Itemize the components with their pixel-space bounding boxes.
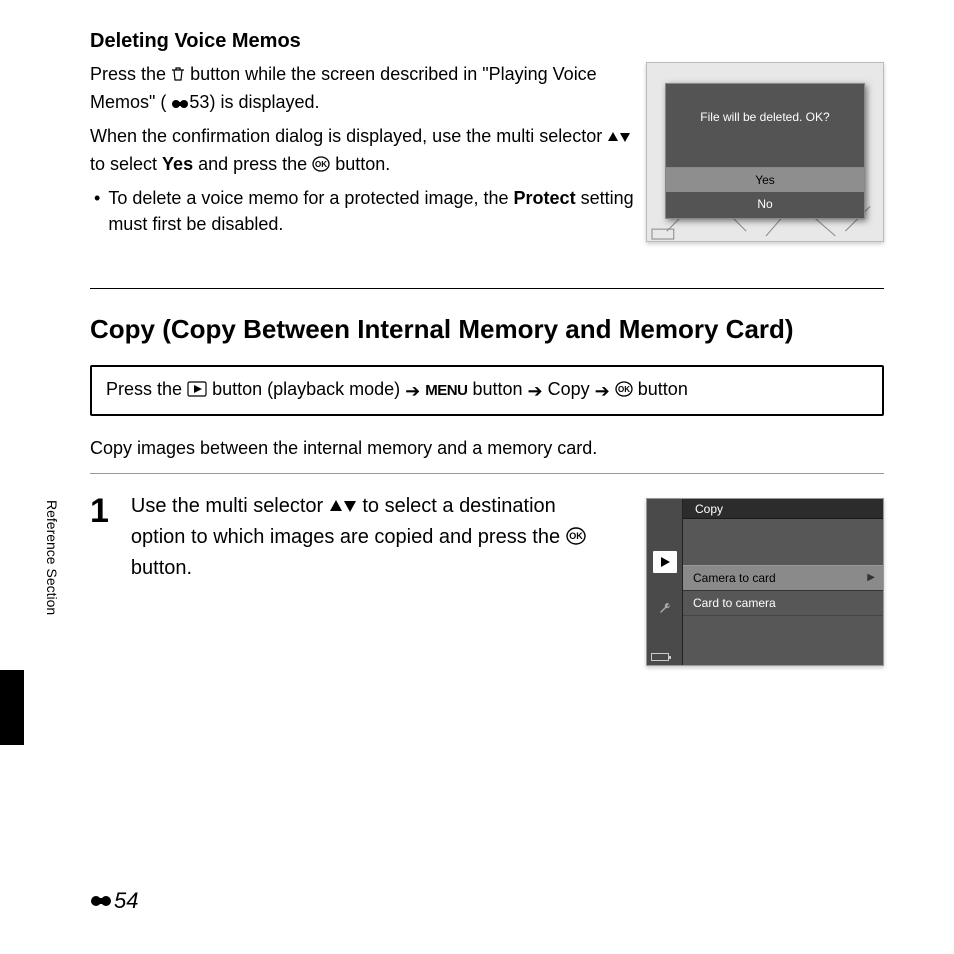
setup-tab-icon xyxy=(658,601,672,619)
arrow-right-icon: ➔ xyxy=(405,381,420,402)
text: to select xyxy=(90,154,162,174)
dialog-box: File will be deleted. OK? Yes No xyxy=(665,83,865,219)
playback-button-icon xyxy=(187,381,207,402)
text: and press the xyxy=(198,154,312,174)
delete-confirmation-screenshot: File will be deleted. OK? Yes No xyxy=(646,62,884,242)
menu-button-text: MENU xyxy=(425,382,467,399)
chevron-right-icon: ▶ xyxy=(867,572,875,583)
menu-body: Camera to card ▶ Card to camera xyxy=(683,519,883,665)
protect-text: Protect xyxy=(514,188,576,208)
reference-icon xyxy=(171,91,189,117)
step-number: 1 xyxy=(90,492,109,528)
text: button. xyxy=(131,557,192,579)
dialog-no-option: No xyxy=(666,192,864,218)
page-number-value: 54 xyxy=(114,888,138,914)
trash-icon xyxy=(171,63,185,89)
text: Use the multi selector xyxy=(131,495,329,517)
copy-section-heading: Copy (Copy Between Internal Memory and M… xyxy=(90,314,884,345)
bullet-item: • To delete a voice memo for a protected… xyxy=(90,185,635,237)
ok-button-icon: OK xyxy=(566,525,586,554)
menu-item-label: Camera to card xyxy=(693,571,776,585)
text: button. xyxy=(335,154,390,174)
text: Press the xyxy=(106,379,187,399)
ok-button-icon: OK xyxy=(615,381,633,402)
intro-paragraph: Copy images between the internal memory … xyxy=(90,438,884,459)
paragraph: When the confirmation dialog is displaye… xyxy=(90,123,640,179)
up-down-arrows-icon xyxy=(329,494,357,523)
bullet-dot: • xyxy=(90,185,108,237)
ok-button-icon: OK xyxy=(312,153,330,179)
step-divider xyxy=(90,473,884,474)
navigation-path-box: Press the button (playback mode) ➔ MENU … xyxy=(90,365,884,416)
menu-item: Card to camera xyxy=(683,591,883,616)
svg-text:OK: OK xyxy=(618,385,630,394)
arrow-right-icon: ➔ xyxy=(595,381,610,402)
step-instruction: Use the multi selector to select a desti… xyxy=(131,492,591,583)
yes-text: Yes xyxy=(162,154,193,174)
reference-icon xyxy=(90,888,112,914)
text: button (playback mode) xyxy=(212,379,405,399)
text: 53) is displayed. xyxy=(189,92,319,112)
copy-menu-screenshot: Copy Camera to card ▶ Card to camera xyxy=(646,498,884,666)
text: button xyxy=(638,379,688,399)
paragraph: Press the button while the screen descri… xyxy=(90,61,640,117)
menu-title: Copy xyxy=(695,502,723,516)
page-tab-marker xyxy=(0,670,24,745)
deleting-voice-memos-heading: Deleting Voice Memos xyxy=(90,30,884,53)
svg-text:OK: OK xyxy=(315,160,327,169)
text: To delete a voice memo for a protected i… xyxy=(108,188,513,208)
menu-item-selected: Camera to card ▶ xyxy=(683,565,883,591)
page-number: 54 xyxy=(90,888,138,914)
dialog-yes-option: Yes xyxy=(666,168,864,192)
dialog-message: File will be deleted. OK? xyxy=(666,84,864,146)
text: button xyxy=(472,379,527,399)
text: Copy xyxy=(548,379,595,399)
arrow-right-icon: ➔ xyxy=(528,381,543,402)
battery-icon xyxy=(651,653,669,661)
playback-tab-icon xyxy=(653,551,677,573)
section-tab-label: Reference Section xyxy=(44,500,60,615)
text: When the confirmation dialog is displaye… xyxy=(90,126,607,146)
svg-text:OK: OK xyxy=(569,531,583,541)
section-divider xyxy=(90,288,884,289)
menu-sidebar xyxy=(647,499,683,665)
up-down-arrows-icon xyxy=(607,125,631,151)
text: Press the xyxy=(90,64,171,84)
